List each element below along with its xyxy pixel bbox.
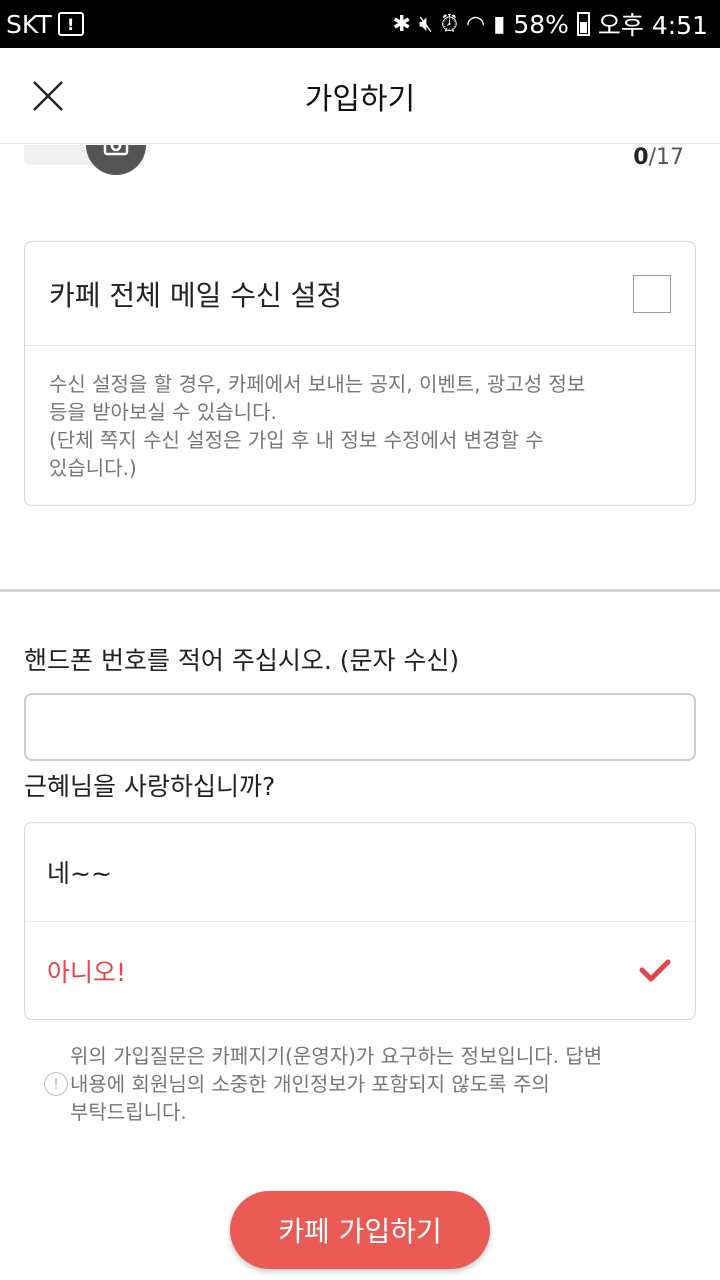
notice-line: 부탁드립니다. xyxy=(70,1100,187,1124)
signal-icon: ▮ xyxy=(493,11,506,37)
answer-options: 네~~ 아니오! xyxy=(24,822,696,1020)
notice-line: 내용에 회원님의 소중한 개인정보가 포함되지 않도록 주의 xyxy=(70,1072,550,1096)
bluetooth-icon: ✱ xyxy=(392,11,411,37)
status-bar: SKT ! ✱ 🔇︎ ⏰︎ ◠ ▮ 58% 오후 4:51 xyxy=(0,0,720,48)
phone-input[interactable] xyxy=(24,693,696,761)
mute-icon: 🔇︎ xyxy=(418,11,433,37)
notification-alert-icon: ! xyxy=(57,12,84,36)
privacy-notice: ! 위의 가입질문은 카페지기(운영자)가 요구하는 정보입니다. 답변 내용에… xyxy=(44,1042,694,1126)
phone-question-label: 핸드폰 번호를 적어 주십시오. (문자 수신) xyxy=(24,646,460,675)
notice-text: 위의 가입질문은 카페지기(운영자)가 요구하는 정보입니다. 답변 내용에 회… xyxy=(70,1042,602,1126)
page-title: 가입하기 xyxy=(304,81,416,117)
notice-line: 위의 가입질문은 카페지기(운영자)가 요구하는 정보입니다. 답변 xyxy=(70,1044,603,1068)
option-yes[interactable]: 네~~ xyxy=(25,823,695,921)
camera-button[interactable] xyxy=(86,145,146,175)
battery-icon xyxy=(576,12,590,36)
desc-line: 수신 설정을 할 경우, 카페에서 보내는 공지, 이벤트, 광고성 정보 xyxy=(49,372,586,396)
counter-current: 0 xyxy=(633,145,649,170)
app-bar: 가입하기 xyxy=(0,48,720,144)
mail-setting-checkbox[interactable] xyxy=(633,274,671,313)
carrier-label: SKT xyxy=(6,9,52,39)
option-label: 네~~ xyxy=(47,859,112,888)
battery-percent: 58% xyxy=(513,9,569,39)
mail-setting-description: 수신 설정을 할 경우, 카페에서 보내는 공지, 이벤트, 광고성 정보 등을… xyxy=(25,346,695,482)
camera-icon xyxy=(103,145,129,156)
section-divider xyxy=(0,589,720,592)
desc-line: 있습니다.) xyxy=(49,456,137,480)
desc-line: (단체 쪽지 수신 설정은 가입 후 내 정보 수정에서 변경할 수 xyxy=(49,428,544,452)
love-question-label: 근혜님을 사랑하십니까? xyxy=(24,772,276,801)
mail-setting-title: 카페 전체 메일 수신 설정 xyxy=(49,278,343,312)
mail-setting-header: 카페 전체 메일 수신 설정 xyxy=(25,242,695,346)
counter-max: /17 xyxy=(648,145,684,170)
clock: 오후 4:51 xyxy=(597,11,708,40)
close-button[interactable] xyxy=(24,72,72,120)
close-icon xyxy=(33,81,63,111)
nickname-char-counter: 0/17 xyxy=(633,145,684,170)
wifi-icon: ◠ xyxy=(466,11,486,37)
option-label: 아니오! xyxy=(47,957,127,987)
alarm-icon: ⏰︎ xyxy=(440,11,459,37)
join-form: 0/17 카페 전체 메일 수신 설정 수신 설정을 할 경우, 카페에서 보내… xyxy=(0,145,720,1280)
info-icon: ! xyxy=(44,1072,68,1096)
desc-line: 등을 받아보실 수 있습니다. xyxy=(49,400,277,424)
mail-setting-card: 카페 전체 메일 수신 설정 수신 설정을 할 경우, 카페에서 보내는 공지,… xyxy=(24,241,696,506)
checkmark-icon xyxy=(639,959,671,981)
join-cafe-button[interactable]: 카페 가입하기 xyxy=(230,1191,490,1269)
option-no[interactable]: 아니오! xyxy=(25,921,695,1019)
